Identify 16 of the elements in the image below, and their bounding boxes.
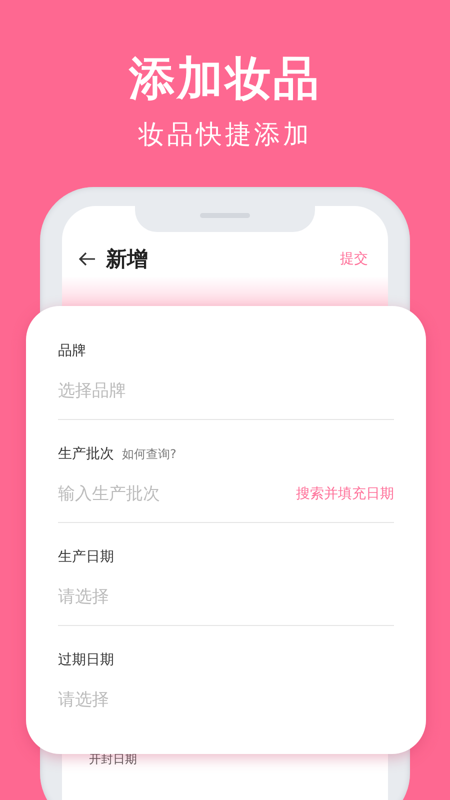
subheadline: 妆品快捷添加 xyxy=(138,119,312,152)
headline: 添加妆品 xyxy=(129,50,321,106)
screen-title: 新增 xyxy=(106,246,148,273)
search-fill-button[interactable]: 搜索并填充日期 xyxy=(296,485,394,503)
back-icon[interactable] xyxy=(78,251,96,267)
field-label: 过期日期 xyxy=(58,651,114,669)
help-link[interactable]: 如何查询? xyxy=(122,446,176,463)
input-field[interactable]: 请选择 xyxy=(58,690,394,710)
field-label: 开封日期 xyxy=(89,751,137,768)
field-label: 生产批次 xyxy=(58,445,114,463)
field-label: 生产日期 xyxy=(58,548,114,566)
input-field[interactable]: 输入生产批次 xyxy=(58,484,296,504)
field-label: 品牌 xyxy=(58,342,86,360)
input-field[interactable]: 请选择 xyxy=(58,587,394,607)
submit-button[interactable]: 提交 xyxy=(340,250,368,268)
input-field[interactable]: 选择品牌 xyxy=(58,381,394,401)
